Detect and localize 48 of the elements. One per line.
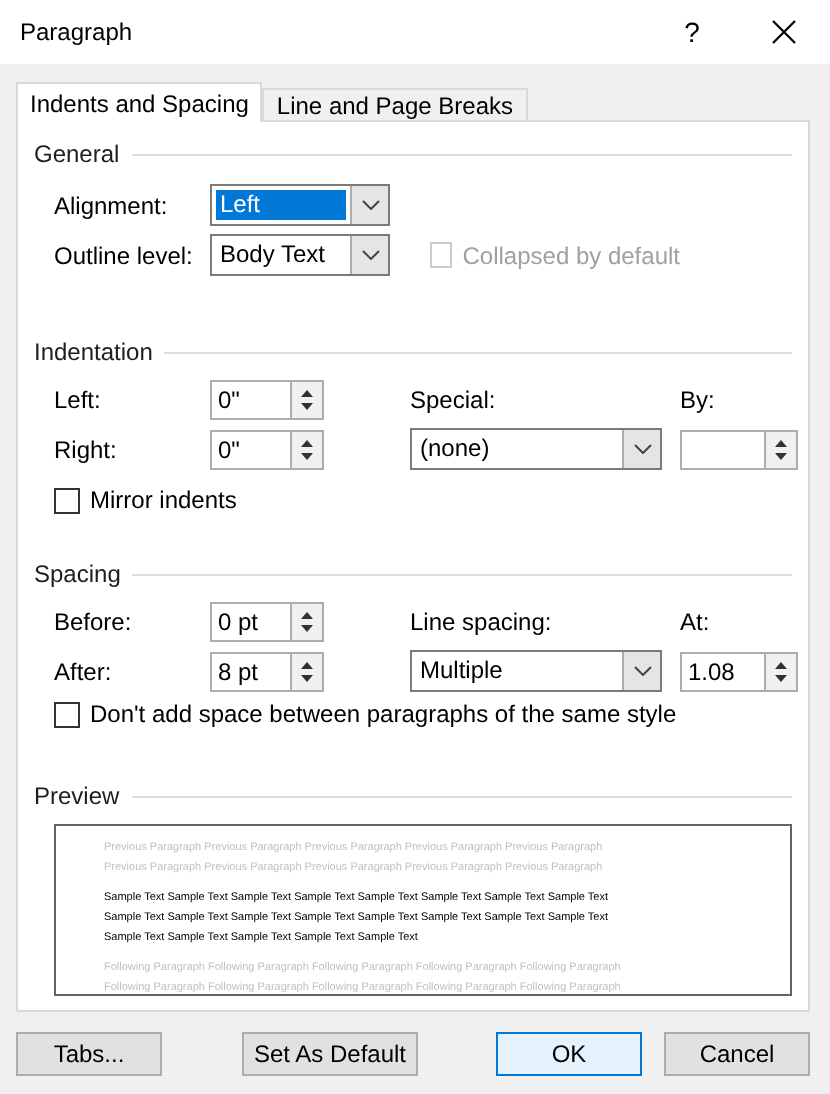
tab[interactable]: Indents and Spacing — [16, 82, 263, 122]
spin-arrows-icon — [300, 388, 314, 412]
help-button[interactable]: ? — [646, 0, 738, 64]
field-label: Right: — [54, 435, 119, 463]
spin-field[interactable]: 0" — [210, 380, 324, 420]
dialog-button[interactable]: Set As Default — [242, 1032, 418, 1076]
dropdown-field[interactable]: Body Text — [210, 234, 390, 276]
section-heading: Indentation — [34, 338, 153, 366]
section-heading: Spacing — [34, 560, 121, 588]
dialog-button[interactable]: OK — [496, 1032, 642, 1076]
checkbox[interactable] — [54, 701, 80, 727]
spin-field[interactable] — [680, 429, 798, 469]
dropdown-field[interactable]: Multiple — [410, 650, 662, 692]
spin-field[interactable]: 0" — [210, 429, 324, 469]
field-label: Alignment: — [54, 191, 170, 219]
tab[interactable]: Line and Page Breaks — [262, 88, 528, 122]
caret-icon — [633, 444, 651, 454]
field-label: Special: — [410, 386, 498, 414]
window-title: Paragraph — [20, 18, 135, 46]
spin-field[interactable]: 8 pt — [210, 651, 324, 691]
spin-arrows-icon — [300, 437, 314, 461]
caret-icon — [633, 666, 651, 676]
field-label: Left: — [54, 386, 103, 414]
field-label: Line spacing: — [410, 608, 554, 636]
caret-icon — [361, 200, 379, 210]
spin-arrows-icon — [774, 437, 788, 461]
field-label: At: — [680, 608, 712, 636]
field-label: Before: — [54, 608, 134, 636]
dialog-button[interactable]: Cancel — [664, 1032, 810, 1076]
dropdown-field[interactable]: (none) — [410, 428, 662, 470]
close-icon — [772, 20, 796, 44]
dialog-button[interactable]: Tabs... — [16, 1032, 162, 1076]
checkbox-label: Mirror indents — [90, 486, 237, 514]
spin-arrows-icon — [300, 659, 314, 683]
checkbox-label: Don't add space between paragraphs of the same style — [90, 700, 677, 728]
field-label: After: — [54, 657, 114, 685]
spin-field[interactable]: 1.08 — [680, 651, 798, 691]
caret-icon — [361, 250, 379, 260]
spin-field[interactable]: 0 pt — [210, 602, 324, 642]
checkbox[interactable] — [54, 487, 80, 513]
section-heading: General — [34, 140, 120, 168]
spin-arrows-icon — [774, 659, 788, 683]
checkbox-label: Collapsed by default — [462, 241, 680, 269]
section-heading: Preview — [34, 782, 120, 810]
field-label: Outline level: — [54, 241, 195, 269]
field-label: By: — [680, 386, 717, 414]
spin-arrows-icon — [300, 610, 314, 634]
dropdown-field[interactable]: Left — [210, 184, 390, 226]
